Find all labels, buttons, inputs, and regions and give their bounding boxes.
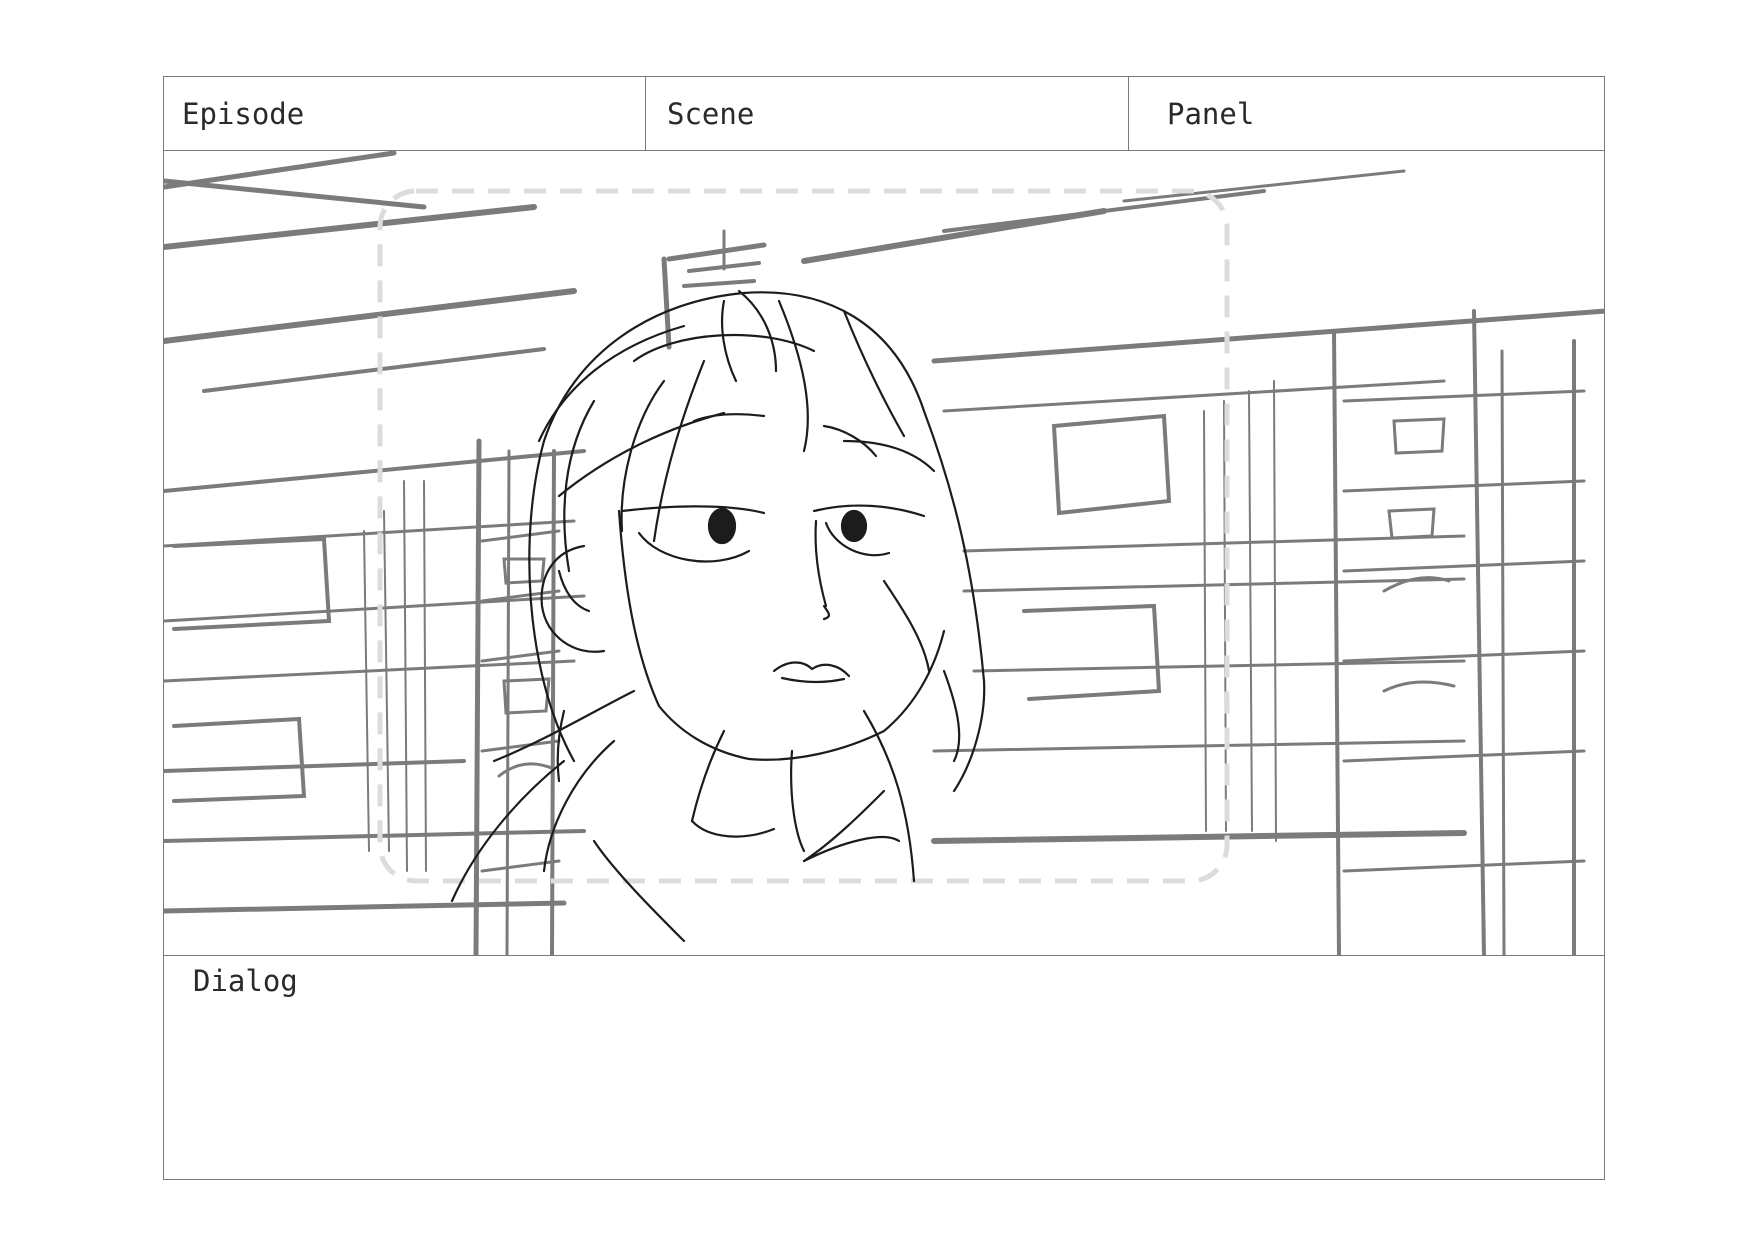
panel-frame — [164, 151, 1604, 956]
dialog-label: Dialog — [193, 964, 298, 998]
dialog-area[interactable]: Dialog — [164, 956, 1604, 1179]
episode-field[interactable]: Episode — [164, 77, 646, 151]
panel-field[interactable]: Panel — [1129, 77, 1604, 151]
scene-field[interactable]: Scene — [646, 77, 1129, 151]
character-sketch — [450, 289, 986, 943]
header-row: Episode Scene Panel — [164, 77, 1604, 151]
panel-sketch — [164, 151, 1604, 955]
scene-label: Scene — [667, 97, 755, 131]
episode-label: Episode — [182, 97, 305, 131]
panel-label: Panel — [1167, 97, 1255, 131]
storyboard-sheet: Episode Scene Panel Dialog — [163, 76, 1605, 1180]
